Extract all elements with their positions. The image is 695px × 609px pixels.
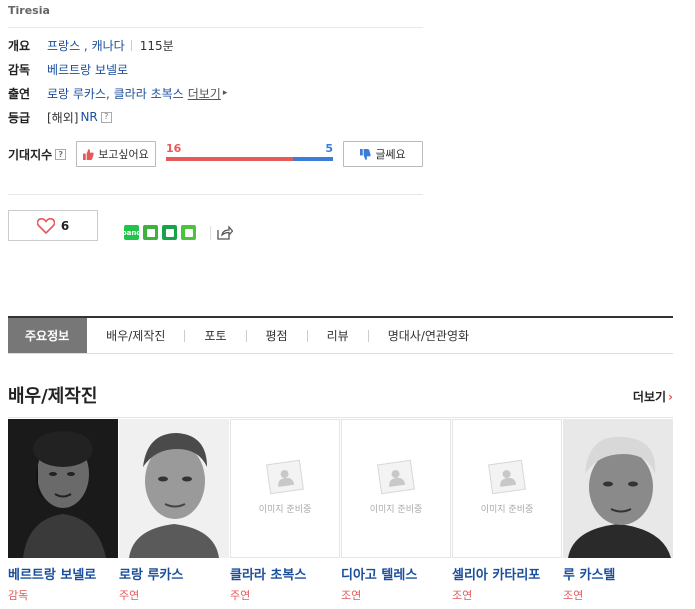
cast-role: 주연 [119,589,140,602]
person-silhouette-icon [278,470,295,488]
tab-2[interactable]: 포토 [185,318,245,353]
expectation-label-group: 기대지수 ? [8,146,67,163]
thumbs-up-icon [83,148,94,160]
bar-track [166,157,333,161]
director-label: 감독 [8,62,31,77]
info-cast-row: 출연 로랑 루카스, 클라라 초복스 더보기 ▸ [8,84,227,102]
section-more-link[interactable]: 더보기 › [633,388,673,405]
runtime: 115분 [139,38,174,53]
cast-name-link[interactable]: 디아고 텔레스 [341,564,452,583]
info-rating-row: 등급 [해외] NR ? [8,108,112,126]
cast-name-link[interactable]: 클라라 초복스 [230,564,341,583]
expectation-bar: 16 5 [166,141,333,167]
like-button[interactable]: 6 [8,210,98,241]
heart-icon [36,217,55,234]
cast-card[interactable]: 이미지 준비중클라라 초복스주연 [230,419,341,603]
cast-role: 조연 [563,589,584,602]
cast-photo[interactable] [563,419,673,558]
want-to-see-button[interactable]: 보고싶어요 [76,141,156,167]
overview-label: 개요 [8,38,31,53]
band-icon[interactable]: band [122,225,141,240]
section-more-label: 더보기 [632,390,667,404]
divider [8,417,673,418]
help-icon[interactable]: ? [55,149,67,160]
cast-photo[interactable]: 이미지 준비중 [452,419,562,558]
tab-3[interactable]: 평점 [247,318,307,353]
help-icon[interactable]: ? [100,111,112,123]
dont-count: 5 [325,142,333,155]
rating-region: [해외] [47,110,79,125]
cast-card[interactable]: 로랑 루카스주연 [119,419,230,603]
section-title: 배우/제작진 [8,386,98,407]
want-count: 16 [166,142,182,155]
divider [8,194,423,195]
image-placeholder-icon [266,459,304,495]
cast-list: 베르트랑 보넬로 감독 로랑 루카스 주연 이미지 준비중 클라라 초복스 주연 이미지 준비… [8,419,674,603]
cast-name-link[interactable]: 셀리아 카타리포 [452,564,563,583]
cast-photo[interactable] [8,419,118,558]
tab-5[interactable]: 명대사/연관영화 [369,318,488,353]
bar-fill [166,157,294,161]
chevron-right-icon: › [668,390,673,404]
info-director-row: 감독 베르트랑 보넬로 [8,60,128,78]
tab-bar: 주요정보 배우/제작진 포토 평점 리뷰 명대사/연관영화 [8,316,673,354]
placeholder-text: 이미지 준비중 [258,505,312,515]
cast-card[interactable]: 이미지 준비중디아고 텔레스조연 [341,419,452,603]
cast-photo[interactable] [119,419,229,558]
expectation-label: 기대지수 [8,148,53,162]
cast-photo[interactable]: 이미지 준비중 [230,419,340,558]
cast-card[interactable]: 이미지 준비중셀리아 카타리포조연 [452,419,563,603]
director-link[interactable]: 베르트랑 보넬로 [47,61,128,78]
cast-role: 주연 [230,589,251,602]
rating-label: 등급 [8,110,31,125]
memo-icon-glyph [184,228,193,237]
tab-1[interactable]: 배우/제작진 [87,318,184,353]
separator [130,39,132,51]
placeholder-text: 이미지 준비중 [480,505,534,515]
thumbs-down-icon [360,148,372,160]
cast-role: 감독 [8,589,29,602]
not-sure-label: 글쎄요 [375,148,406,161]
tab-4[interactable]: 리뷰 [308,318,368,353]
separator [210,225,211,240]
chevron-right-icon: ▸ [222,88,228,98]
talk-icon[interactable] [143,225,158,240]
original-title: Tiresia [8,4,50,17]
divider [8,27,423,28]
cast-card[interactable]: 베르트랑 보넬로감독 [8,419,119,603]
cast-more-link[interactable]: 더보기 [188,85,221,102]
bookmark-icon-glyph [165,228,174,237]
cast-name-link[interactable]: 베르트랑 보넬로 [8,564,119,583]
person-silhouette-icon [389,470,406,488]
cast-name-link[interactable]: 루 카스텔 [563,564,674,583]
image-placeholder-icon [377,459,415,495]
cast-role: 조연 [452,589,473,602]
person-photo [8,419,118,558]
placeholder-text: 이미지 준비중 [369,505,423,515]
talk-icon-glyph [146,228,155,237]
not-sure-button[interactable]: 글쎄요 [343,141,423,167]
countries-link[interactable]: 프랑스 , 캐나다 [47,37,125,54]
like-count: 6 [60,218,70,233]
share-icon[interactable] [217,225,233,240]
bookmark-icon[interactable] [162,225,177,240]
expectation-row: 기대지수 ? 보고싶어요 16 5 글쎄요 [8,141,424,167]
person-photo [563,419,673,558]
person-silhouette-icon [500,470,517,488]
cast-photo[interactable]: 이미지 준비중 [341,419,451,558]
share-row: band [122,225,233,240]
cast-label: 출연 [8,86,31,101]
cast-role: 조연 [341,589,362,602]
cast-link[interactable]: 로랑 루카스, 클라라 초복스 [47,85,184,102]
rating-value-link[interactable]: NR [80,110,97,124]
tab-0[interactable]: 주요정보 [8,318,88,353]
person-photo [119,419,229,558]
image-placeholder-icon [488,459,526,495]
info-overview-row: 개요 프랑스 , 캐나다 115분 [8,36,174,54]
cast-card[interactable]: 루 카스텔조연 [563,419,674,603]
want-to-see-label: 보고싶어요 [98,148,149,161]
memo-icon[interactable] [181,225,196,240]
cast-name-link[interactable]: 로랑 루카스 [119,564,230,583]
